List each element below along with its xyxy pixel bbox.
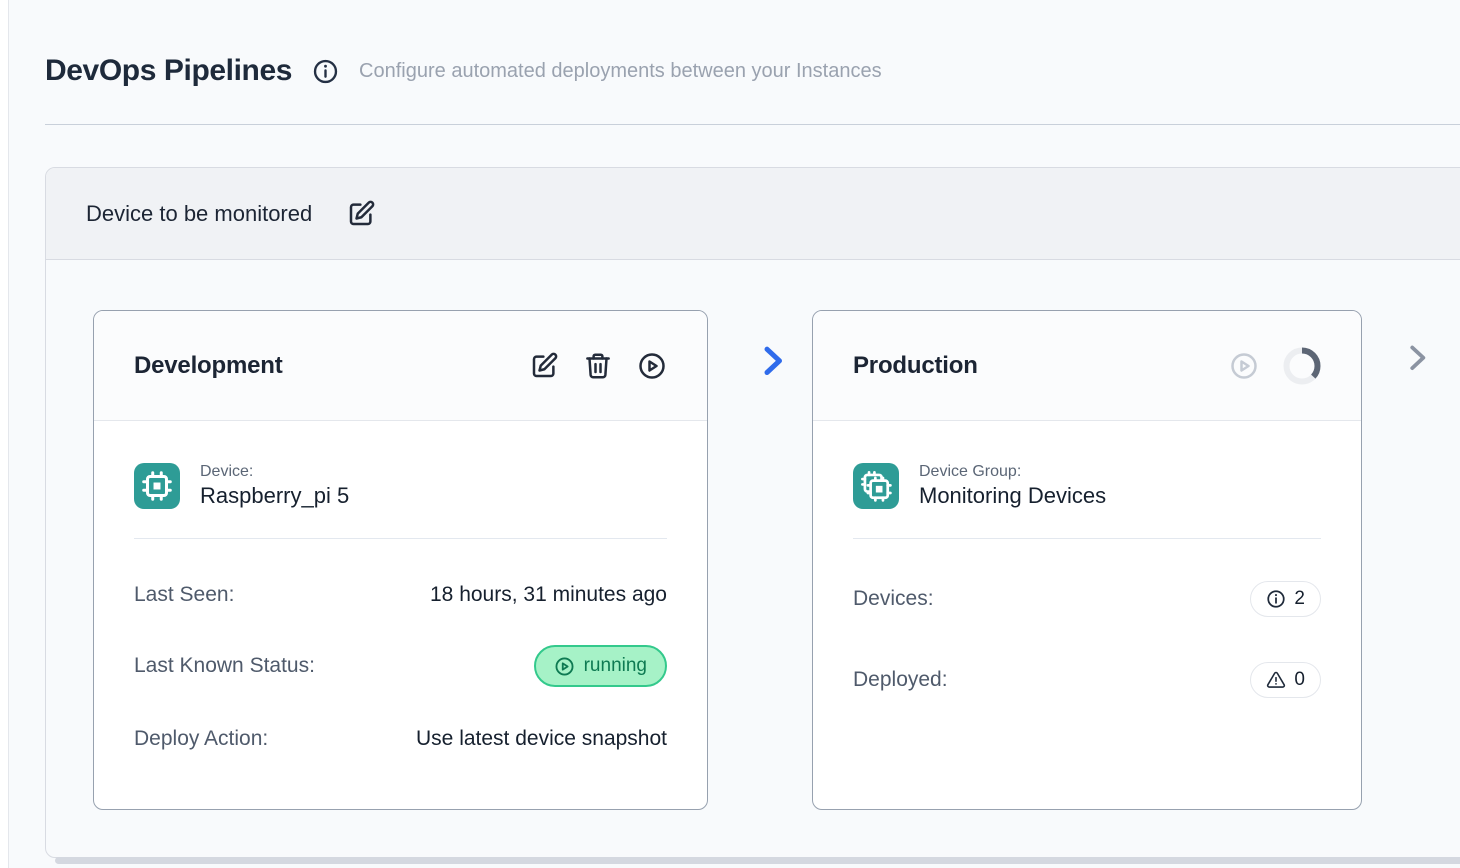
pipeline-panel: Device to be monitored Development xyxy=(45,167,1460,858)
devices-count-badge[interactable]: 2 xyxy=(1250,581,1321,617)
device-group-info: Device Group: Monitoring Devices xyxy=(919,463,1106,509)
last-seen-row: Last Seen: 18 hours, 31 minutes ago xyxy=(134,583,667,607)
deployed-count: 0 xyxy=(1294,669,1305,691)
devices-count: 2 xyxy=(1294,588,1305,610)
device-info: Device: Raspberry_pi 5 xyxy=(200,463,349,509)
deployed-label: Deployed: xyxy=(853,668,948,692)
deployed-row: Deployed: 0 xyxy=(853,662,1321,698)
page-title: DevOps Pipelines xyxy=(45,54,292,88)
loading-spinner xyxy=(1283,347,1321,385)
info-circle-icon[interactable] xyxy=(312,58,339,85)
development-card-body: Device: Raspberry_pi 5 Last Seen: 18 hou… xyxy=(94,463,707,751)
device-group-name: Monitoring Devices xyxy=(919,483,1106,509)
left-gutter-divider xyxy=(0,0,9,868)
devops-pipelines-page: DevOps Pipelines Configure automated dep… xyxy=(0,0,1460,868)
stage-card-production: Production xyxy=(812,310,1362,810)
edit-stage-icon[interactable] xyxy=(529,351,559,381)
scroll-right-chevron-icon[interactable] xyxy=(1398,338,1436,378)
run-stage-icon-disabled xyxy=(1229,351,1259,381)
devices-label: Devices: xyxy=(853,587,934,611)
development-actions xyxy=(529,351,667,381)
device-group-label: Device Group: xyxy=(919,463,1106,481)
chip-group-icon xyxy=(853,463,899,509)
deploy-action-row: Deploy Action: Use latest device snapsho… xyxy=(134,727,667,751)
pipeline-name: Device to be monitored xyxy=(86,201,312,227)
deployed-count-badge[interactable]: 0 xyxy=(1250,662,1321,698)
last-known-status-label: Last Known Status: xyxy=(134,654,315,678)
last-seen-value: 18 hours, 31 minutes ago xyxy=(430,583,667,607)
info-circle-icon xyxy=(1266,589,1286,609)
status-badge: running xyxy=(534,645,667,687)
production-card-body: Device Group: Monitoring Devices Devices… xyxy=(813,463,1361,698)
device-group-row: Device Group: Monitoring Devices xyxy=(853,463,1321,509)
card-divider xyxy=(853,538,1321,539)
play-circle-icon xyxy=(554,656,575,677)
devices-row: Devices: 2 xyxy=(853,581,1321,617)
device-name: Raspberry_pi 5 xyxy=(200,483,349,509)
page-header: DevOps Pipelines Configure automated dep… xyxy=(45,54,1440,88)
stage-title-production: Production xyxy=(853,352,978,380)
header-divider xyxy=(45,124,1460,125)
pipeline-stages: Development xyxy=(46,260,1460,857)
deploy-action-value: Use latest device snapshot xyxy=(416,727,667,751)
edit-pipeline-name-icon[interactable] xyxy=(346,199,376,229)
last-seen-label: Last Seen: xyxy=(134,583,234,607)
device-row: Device: Raspberry_pi 5 xyxy=(134,463,667,509)
delete-stage-icon[interactable] xyxy=(583,351,613,381)
stage-card-development: Development xyxy=(93,310,708,810)
device-label: Device: xyxy=(200,463,349,481)
horizontal-scrollbar[interactable] xyxy=(55,857,1460,864)
stage-title-development: Development xyxy=(134,352,283,380)
development-card-header: Development xyxy=(94,311,707,421)
production-card-header: Production xyxy=(813,311,1361,421)
deploy-action-label: Deploy Action: xyxy=(134,727,268,751)
status-badge-label: running xyxy=(584,655,647,677)
last-known-status-row: Last Known Status: running xyxy=(134,645,667,687)
pipeline-flow-chevron-icon xyxy=(752,340,792,380)
chip-icon xyxy=(134,463,180,509)
production-actions xyxy=(1229,347,1321,385)
pipeline-panel-header: Device to be monitored xyxy=(46,168,1460,260)
card-divider xyxy=(134,538,667,539)
page-subtitle: Configure automated deployments between … xyxy=(359,60,882,83)
run-stage-icon[interactable] xyxy=(637,351,667,381)
warning-triangle-icon xyxy=(1266,670,1286,690)
